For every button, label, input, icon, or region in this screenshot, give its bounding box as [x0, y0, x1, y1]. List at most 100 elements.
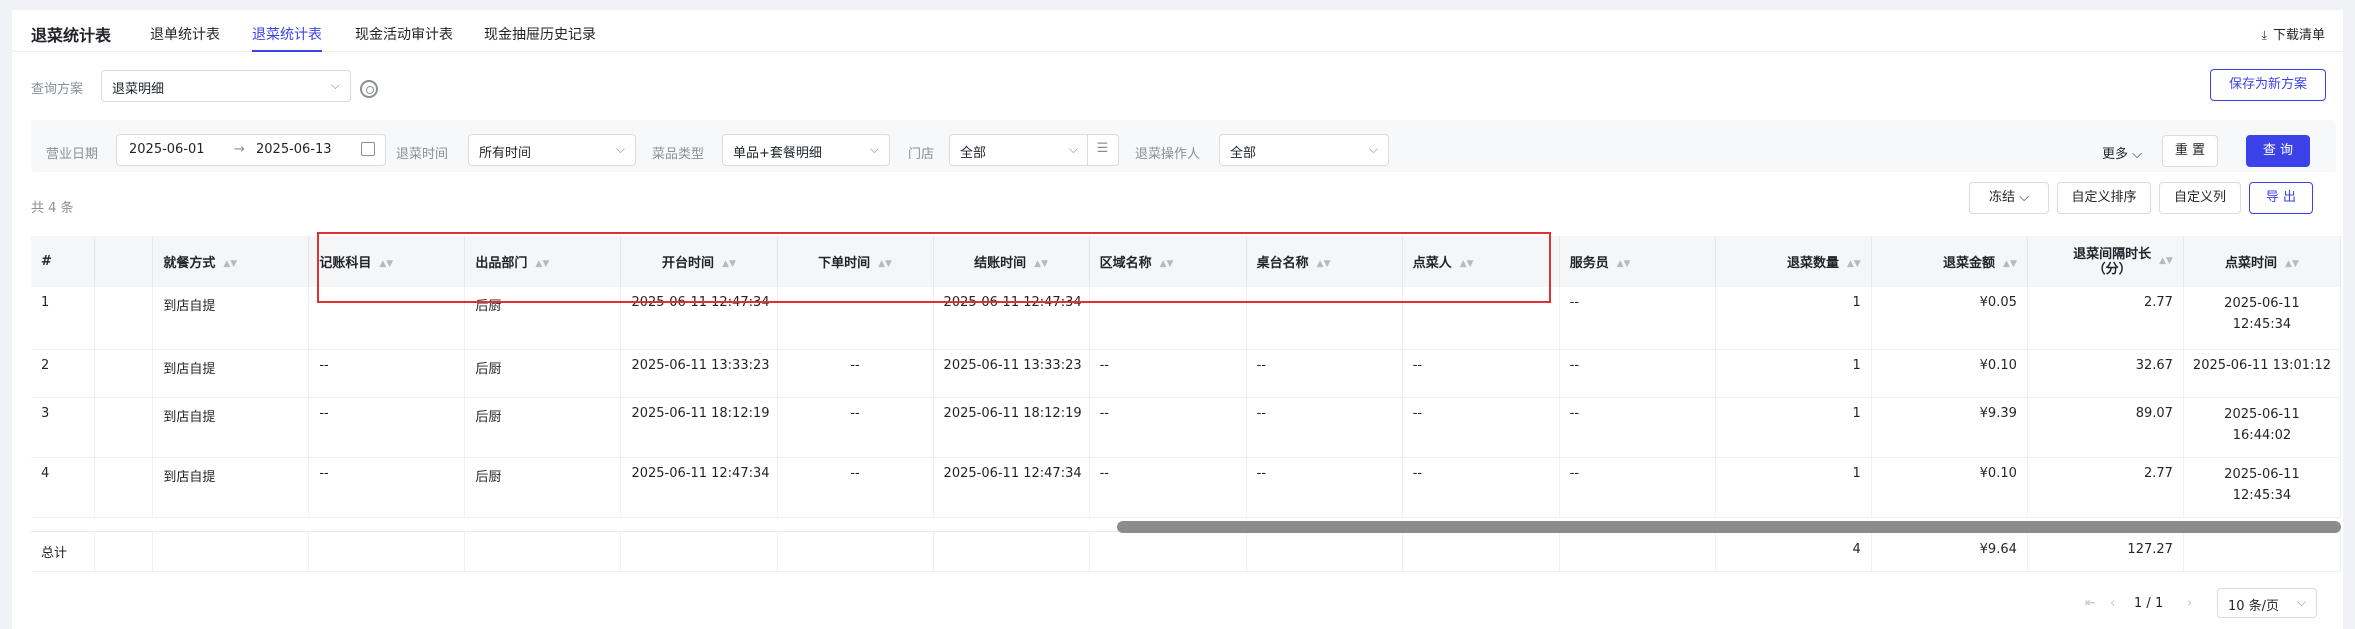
cell-open-time: 2025-06-11 13:33:23 — [620, 349, 778, 398]
col-blank — [94, 236, 154, 287]
cell-dept: 后厨 — [464, 349, 622, 398]
download-icon: ⤓ — [2261, 28, 2267, 42]
cell-order-time: -- — [777, 349, 934, 398]
tab-cash-drawer-history[interactable]: 现金抽屉历史记录 — [484, 24, 596, 44]
cell-dine: 到店自提 — [152, 397, 310, 458]
col-index: # — [31, 236, 95, 287]
total-blank — [308, 530, 466, 572]
cell-index: 3 — [31, 397, 95, 458]
cell-waiter: -- — [1559, 397, 1716, 458]
return-time-value: 所有时间 — [479, 146, 532, 161]
dish-type-select[interactable]: 单品+套餐明细 ⌵ — [722, 134, 890, 166]
top-tab-bar: 退菜统计表 退单统计表 退菜统计表 现金活动审计表 现金抽屉历史记录 ⤓ 下载清单 — [12, 10, 2343, 52]
cell-area: -- — [1089, 457, 1247, 518]
cell-dish-order-time: 2025-06-11 13:01:12 — [2183, 349, 2342, 398]
tab-refund-order-stats[interactable]: 退单统计表 — [150, 24, 220, 44]
total-interval: 127.27 — [2027, 530, 2184, 572]
date-start: 2025-06-01 — [129, 142, 205, 157]
chevron-down-icon: ⌵ — [2132, 147, 2143, 162]
col-waiter[interactable]: 服务员 ▲▼ — [1559, 236, 1716, 287]
cell-orderer: -- — [1402, 397, 1560, 458]
arrow-right-icon: → — [234, 142, 245, 157]
operator-select[interactable]: 全部 ⌵ — [1219, 134, 1389, 166]
total-blank — [464, 530, 622, 572]
cell-qty: 1 — [1715, 349, 1872, 398]
total-blank — [933, 530, 1090, 572]
cell-blank — [94, 397, 154, 458]
cell-dine: 到店自提 — [152, 457, 310, 518]
order-time-date: 2025-06-11 — [2224, 406, 2300, 422]
tab-cash-audit[interactable]: 现金活动审计表 — [355, 24, 453, 44]
cell-interval: 32.67 — [2027, 349, 2184, 398]
scheme-select-value: 退菜明细 — [112, 82, 165, 97]
export-button[interactable]: 导 出 — [2249, 182, 2313, 214]
cell-dept: 后厨 — [464, 457, 622, 518]
page-title: 退菜统计表 — [31, 26, 112, 45]
col-dine-mode[interactable]: 就餐方式 ▲▼ — [152, 236, 310, 287]
freeze-label: 冻结 — [1988, 190, 2015, 205]
sort-icon[interactable]: ▲▼ — [2285, 259, 2299, 269]
chevron-down-icon: ⌵ — [2019, 190, 2029, 205]
total-blank — [1559, 530, 1716, 572]
cell-waiter: -- — [1559, 457, 1716, 518]
gear-icon[interactable] — [360, 80, 378, 98]
cell-dish-order-time: 2025-06-11 12:45:34 — [2183, 287, 2342, 350]
sort-icon[interactable]: ▲▼ — [1617, 259, 1631, 269]
col-label: 服务员 — [1569, 256, 1609, 271]
reset-button[interactable]: 重 置 — [2162, 135, 2218, 167]
cell-account: -- — [308, 349, 466, 398]
scheme-select[interactable]: 退菜明细 ⌵ — [101, 70, 351, 102]
page-indicator: 1 / 1 — [2134, 596, 2163, 611]
col-label: 退菜数量 — [1786, 256, 1839, 271]
sort-icon[interactable]: ▲▼ — [2159, 256, 2173, 266]
cell-table-name: -- — [1246, 397, 1403, 458]
col-label-unit: （分） — [2092, 261, 2132, 277]
return-time-select[interactable]: 所有时间 ⌵ — [468, 134, 636, 166]
order-time-date: 2025-06-11 — [2224, 296, 2300, 311]
freeze-button[interactable]: 冻结 ⌵ — [1969, 182, 2049, 214]
table-row[interactable]: 4 到店自提 -- 后厨 2025-06-11 12:47:34 -- 2025… — [31, 457, 2342, 518]
return-time-label: 退菜时间 — [396, 147, 449, 162]
page-size-select[interactable]: 10 条/页 ⌵ — [2217, 588, 2317, 618]
cell-table-name: -- — [1246, 457, 1403, 518]
save-new-scheme-button[interactable]: 保存为新方案 — [2210, 69, 2326, 101]
next-page-icon[interactable]: › — [2187, 596, 2192, 611]
sort-icon[interactable]: ▲▼ — [2003, 259, 2017, 269]
query-button[interactable]: 查 询 — [2246, 135, 2310, 167]
table-row[interactable]: 3 到店自提 -- 后厨 2025-06-11 18:12:19 -- 2025… — [31, 397, 2342, 458]
more-filters-button[interactable]: 更多 ⌵ — [2102, 143, 2142, 162]
business-date-range[interactable]: 2025-06-01 → 2025-06-13 — [116, 134, 386, 166]
operator-value: 全部 — [1230, 146, 1257, 161]
active-tab-indicator — [252, 50, 322, 52]
dish-type-value: 单品+套餐明细 — [733, 146, 822, 161]
prev-page-icon[interactable]: ‹ — [2110, 596, 2115, 611]
col-interval[interactable]: 退菜间隔时长 （分） ▲▼ — [2027, 236, 2184, 287]
tab-refund-dish-stats[interactable]: 退菜统计表 — [252, 24, 322, 44]
download-list-button[interactable]: ⤓ 下载清单 — [2262, 24, 2325, 43]
sort-icon[interactable]: ▲▼ — [223, 259, 237, 269]
col-label: 退菜金额 — [1943, 256, 1996, 271]
first-page-icon[interactable]: ⇤ — [2085, 596, 2096, 611]
cell-dine: 到店自提 — [152, 287, 310, 350]
custom-columns-button[interactable]: 自定义列 — [2159, 182, 2241, 214]
cell-index: 4 — [31, 457, 95, 518]
page-sep: / — [2146, 596, 2151, 611]
business-date-label: 营业日期 — [46, 147, 99, 162]
col-qty[interactable]: 退菜数量 ▲▼ — [1715, 236, 1872, 287]
cell-blank — [94, 287, 154, 350]
filter-settings-icon[interactable]: ☰ — [1087, 134, 1117, 166]
total-blank — [94, 530, 154, 572]
cell-interval: 89.07 — [2027, 397, 2184, 458]
horizontal-scrollbar[interactable] — [1117, 521, 2341, 533]
custom-sort-button[interactable]: 自定义排序 — [2057, 182, 2151, 214]
download-label: 下载清单 — [2272, 28, 2325, 43]
total-blank — [620, 530, 778, 572]
table-row[interactable]: 2 到店自提 -- 后厨 2025-06-11 13:33:23 -- 2025… — [31, 349, 2342, 398]
sort-icon[interactable]: ▲▼ — [1847, 259, 1861, 269]
cell-qty: 1 — [1715, 457, 1872, 518]
store-label: 门店 — [908, 147, 935, 162]
col-amount[interactable]: 退菜金额 ▲▼ — [1871, 236, 2028, 287]
col-dish-order-time[interactable]: 点菜时间 ▲▼ — [2183, 236, 2342, 287]
highlight-box — [317, 232, 1551, 303]
cell-dish-order-time: 2025-06-11 16:44:02 — [2183, 397, 2342, 458]
